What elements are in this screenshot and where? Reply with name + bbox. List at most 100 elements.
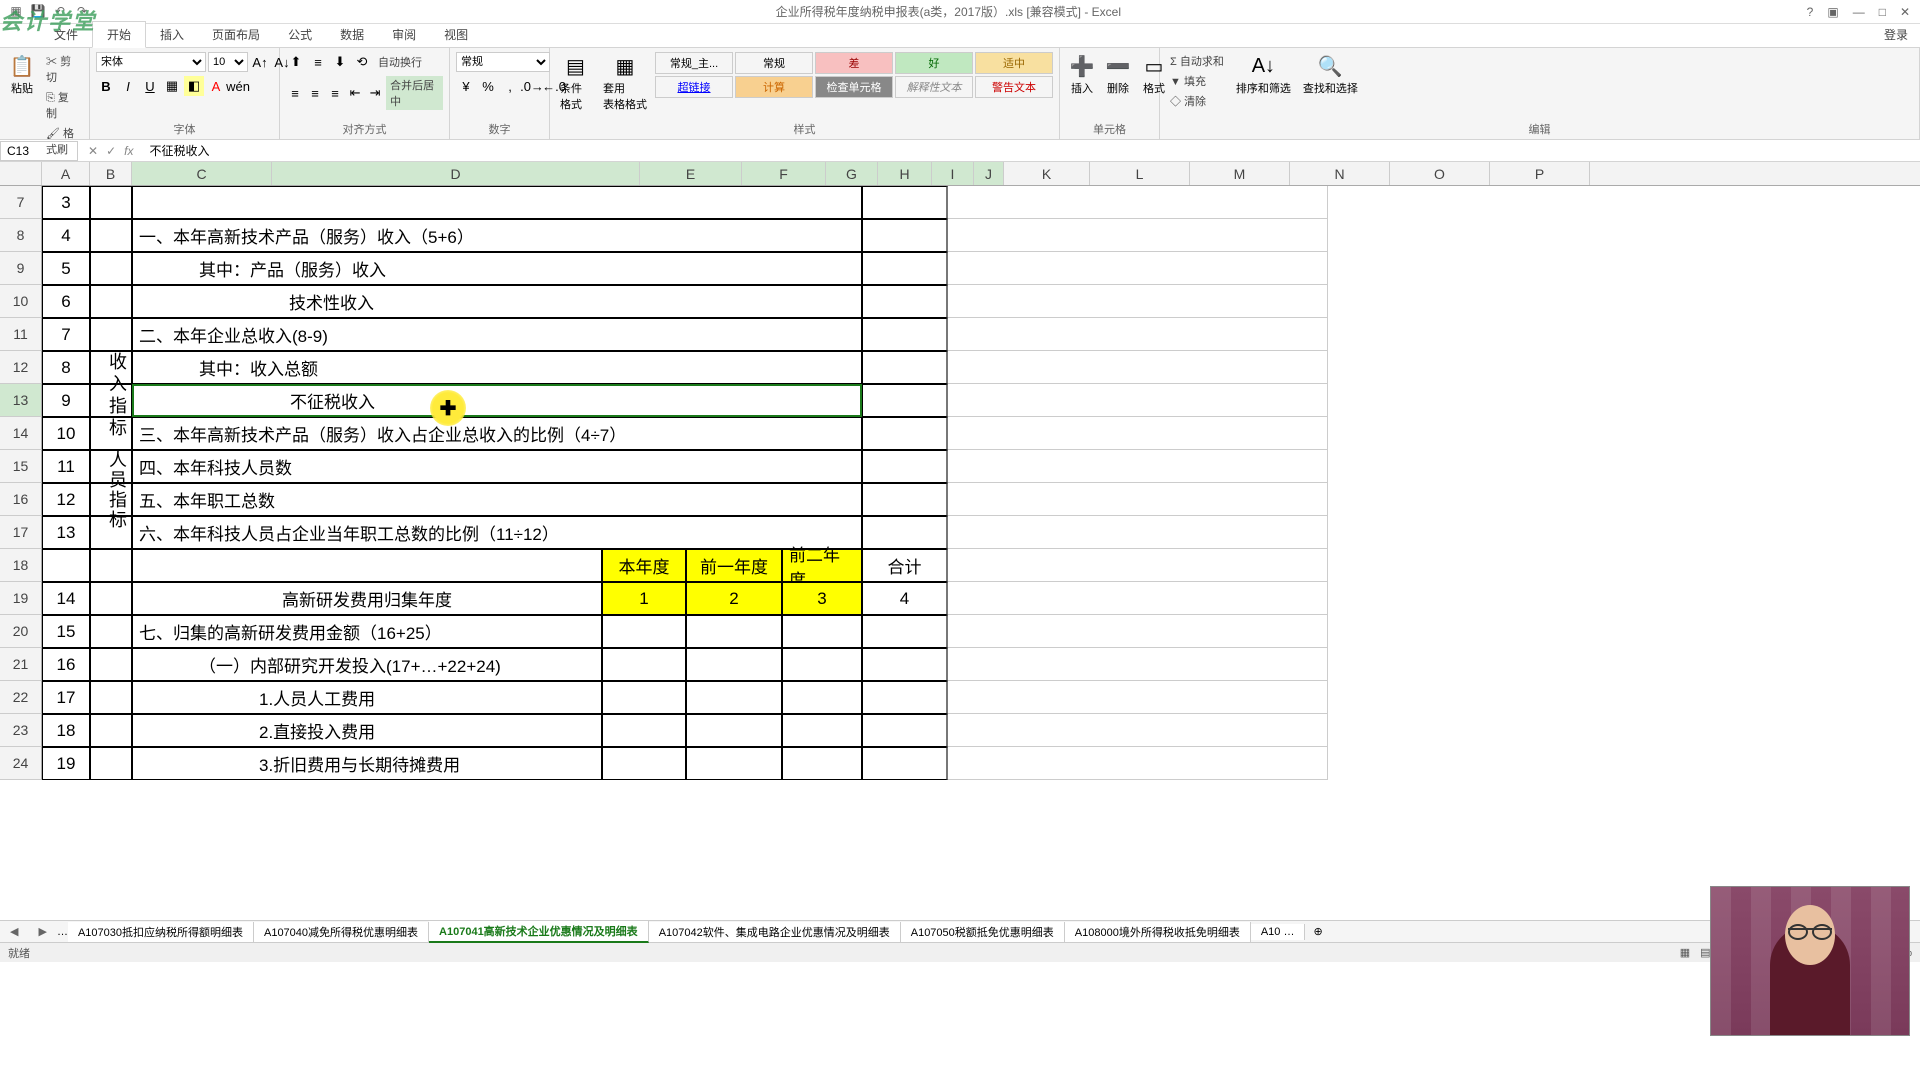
col-head-c[interactable]: C	[132, 162, 272, 185]
orientation-icon[interactable]: ⟲	[352, 52, 372, 72]
cell[interactable]	[132, 186, 862, 219]
cell[interactable]: 15	[42, 615, 90, 648]
cell[interactable]: 技术性收入	[132, 285, 862, 318]
cell[interactable]: 2	[686, 582, 782, 615]
cell[interactable]	[90, 549, 132, 582]
cell[interactable]: 其中：收入总额	[132, 351, 862, 384]
save-icon[interactable]: 💾	[30, 4, 46, 20]
cell[interactable]: 高新研发费用归集年度	[132, 582, 602, 615]
cell[interactable]: 3.折旧费用与长期待摊费用	[132, 747, 602, 780]
sheet-nav-prev[interactable]: ◀	[0, 925, 28, 938]
col-head-e[interactable]: E	[640, 162, 742, 185]
underline-icon[interactable]: U	[140, 76, 160, 96]
row-head[interactable]: 14	[0, 417, 42, 450]
spreadsheet-grid[interactable]: A B C D E F G H I J K L M N O P 7384一、本年…	[0, 162, 1920, 920]
close-icon[interactable]: ✕	[1900, 5, 1910, 19]
row-head[interactable]: 15	[0, 450, 42, 483]
align-middle-icon[interactable]: ≡	[308, 52, 328, 72]
tab-file[interactable]: 文件	[40, 22, 92, 47]
cell[interactable]: 7	[42, 318, 90, 351]
minimize-icon[interactable]: —	[1853, 5, 1865, 19]
cell[interactable]: 9	[42, 384, 90, 417]
cell[interactable]	[862, 351, 948, 384]
fill-color-icon[interactable]: ◧	[184, 76, 204, 96]
align-right-icon[interactable]: ≡	[326, 83, 344, 103]
cell[interactable]: 七、归集的高新研发费用金额（16+25）	[132, 615, 602, 648]
cell[interactable]: 一、本年高新技术产品（服务）收入（5+6）	[132, 219, 862, 252]
cell[interactable]	[782, 714, 862, 747]
row-head[interactable]: 13	[0, 384, 42, 417]
cell[interactable]: 4	[42, 219, 90, 252]
cell[interactable]: （一）内部研究开发投入(17+…+22+24)	[132, 648, 602, 681]
border-icon[interactable]: ▦	[162, 76, 182, 96]
cell[interactable]	[948, 615, 1328, 648]
col-head-k[interactable]: K	[1004, 162, 1090, 185]
maximize-icon[interactable]: □	[1879, 5, 1886, 19]
indent-dec-icon[interactable]: ⇤	[346, 83, 364, 103]
decimal-inc-icon[interactable]: .0→	[522, 76, 542, 96]
cell[interactable]	[948, 384, 1328, 417]
col-head-f[interactable]: F	[742, 162, 826, 185]
cell[interactable]	[948, 285, 1328, 318]
ribbon-toggle-icon[interactable]: ▣	[1827, 5, 1838, 19]
style-neutral[interactable]: 适中	[975, 52, 1053, 74]
autosum-button[interactable]: Σ 自动求和	[1166, 52, 1228, 70]
align-center-icon[interactable]: ≡	[306, 83, 324, 103]
sheet-tab-7[interactable]: A10 …	[1251, 924, 1306, 940]
cell[interactable]	[862, 450, 948, 483]
cell[interactable]: 二、本年企业总收入(8-9)	[132, 318, 862, 351]
cell[interactable]	[686, 714, 782, 747]
row-head[interactable]: 12	[0, 351, 42, 384]
col-head-a[interactable]: A	[42, 162, 90, 185]
col-head-m[interactable]: M	[1190, 162, 1290, 185]
cancel-formula-icon[interactable]: ✕	[88, 144, 98, 158]
cell[interactable]	[42, 549, 90, 582]
cell[interactable]	[948, 648, 1328, 681]
tab-home[interactable]: 开始	[92, 21, 146, 48]
add-sheet-icon[interactable]: ⊕	[1305, 925, 1330, 938]
cell[interactable]: 1	[602, 582, 686, 615]
cell[interactable]	[90, 714, 132, 747]
cell[interactable]	[686, 615, 782, 648]
cell[interactable]: 10	[42, 417, 90, 450]
cell[interactable]: 18	[42, 714, 90, 747]
cell[interactable]: 六、本年科技人员占企业当年职工总数的比例（11÷12）	[132, 516, 862, 549]
cell[interactable]	[90, 186, 132, 219]
tab-login[interactable]: 登录	[1870, 22, 1920, 47]
col-head-g[interactable]: G	[826, 162, 878, 185]
cell[interactable]: 4	[862, 582, 948, 615]
view-normal-icon[interactable]: ▦	[1680, 946, 1690, 959]
cell[interactable]: 6	[42, 285, 90, 318]
style-normal-main[interactable]: 常规_主...	[655, 52, 733, 74]
cell[interactable]: 2.直接投入费用	[132, 714, 602, 747]
cell[interactable]	[602, 615, 686, 648]
clear-button[interactable]: ◇ 清除	[1166, 92, 1228, 110]
cell[interactable]: 合计	[862, 549, 948, 582]
cell[interactable]	[90, 318, 132, 351]
cell[interactable]	[862, 648, 948, 681]
cell[interactable]: 17	[42, 681, 90, 714]
col-head-l[interactable]: L	[1090, 162, 1190, 185]
merge-center-button[interactable]: 合并后居中	[386, 76, 443, 110]
find-select-button[interactable]: 🔍查找和选择	[1299, 52, 1362, 98]
delete-cells-button[interactable]: ➖删除	[1102, 52, 1134, 98]
cell[interactable]	[948, 351, 1328, 384]
cell[interactable]	[862, 252, 948, 285]
cell[interactable]: 5	[42, 252, 90, 285]
cell[interactable]	[862, 714, 948, 747]
row-head[interactable]: 17	[0, 516, 42, 549]
cell[interactable]	[948, 252, 1328, 285]
cell[interactable]: 16	[42, 648, 90, 681]
col-head-o[interactable]: O	[1390, 162, 1490, 185]
cell[interactable]	[90, 252, 132, 285]
cell[interactable]	[782, 747, 862, 780]
sheet-tab-2[interactable]: A107040减免所得税优惠明细表	[254, 922, 429, 942]
cell[interactable]: 三、本年高新技术产品（服务）收入占企业总收入的比例（4÷7）	[132, 417, 862, 450]
tab-view[interactable]: 视图	[430, 22, 482, 47]
sheet-tab-3[interactable]: A107041高新技术企业优惠情况及明细表	[429, 921, 649, 943]
sheet-tab-6[interactable]: A108000境外所得税收抵免明细表	[1065, 922, 1251, 942]
cell[interactable]	[948, 186, 1328, 219]
copy-button[interactable]: ⎘ 复制	[42, 88, 83, 122]
cell[interactable]	[602, 648, 686, 681]
row-head[interactable]: 16	[0, 483, 42, 516]
